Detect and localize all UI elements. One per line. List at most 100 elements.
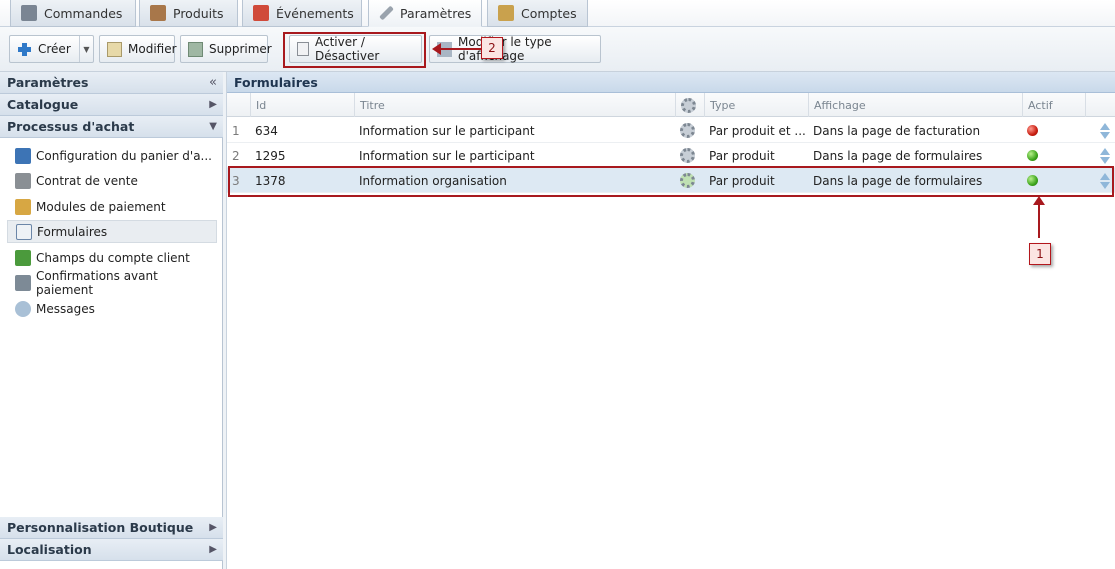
cell-display: Dans la page de formulaires: [813, 148, 983, 163]
message-icon: [15, 300, 31, 317]
confirmation-icon: [15, 274, 31, 291]
header-active[interactable]: Actif: [1022, 93, 1085, 117]
settings-sidebar: Paramètres « Catalogue ▶ Processus d'ach…: [0, 72, 223, 569]
cell-order[interactable]: [1085, 143, 1115, 168]
sidebar-item-contrat-vente[interactable]: Contrat de vente: [7, 169, 217, 192]
reorder-icon: [1100, 147, 1110, 164]
annotation-arrow-head: [432, 43, 441, 55]
cell-type: Par produit et ...: [709, 123, 806, 138]
header-id[interactable]: Id: [250, 93, 354, 117]
chevron-right-icon: ▶: [209, 99, 217, 110]
highlight-selected-row: [228, 166, 1114, 197]
header-type[interactable]: Type: [704, 93, 808, 117]
sidebar-title-text: Paramètres: [7, 75, 89, 90]
sidebar-item-messages[interactable]: Messages: [7, 297, 217, 320]
toolbar: Créer ▼ Modifier Supprimer Activer / Dés…: [0, 27, 1115, 72]
cart-config-icon: [15, 147, 31, 164]
header-gear[interactable]: [675, 93, 704, 117]
contract-icon: [15, 172, 31, 189]
cell-active[interactable]: [1022, 118, 1085, 143]
sidebar-item-label: Formulaires: [37, 224, 108, 239]
cell-gear[interactable]: [675, 143, 704, 168]
cell-title: Information sur le participant: [359, 148, 535, 163]
sidebar-item-configuration-panier[interactable]: Configuration du panier d'a...: [7, 144, 217, 167]
sidebar-item-label: Messages: [36, 301, 95, 316]
payment-icon: [15, 198, 31, 215]
sidebar-item-label: Champs du compte client: [36, 250, 190, 265]
tab-produits[interactable]: Produits: [139, 0, 238, 27]
products-icon: [150, 5, 166, 21]
orders-icon: [21, 5, 37, 21]
tab-label: Comptes: [521, 5, 577, 21]
wrench-icon: [379, 5, 394, 21]
grid-header: Id Titre Type Affichage Actif: [227, 93, 1115, 117]
header-title[interactable]: Titre: [354, 93, 675, 117]
table-row[interactable]: 2 1295 Information sur le participant Pa…: [227, 143, 1115, 168]
tab-evenements[interactable]: Événements: [242, 0, 362, 27]
header-order: [1085, 93, 1115, 117]
accounts-icon: [498, 5, 514, 21]
sidebar-item-label: Contrat de vente: [36, 173, 138, 188]
trash-icon: [188, 41, 203, 57]
cell-display: Dans la page de facturation: [813, 123, 981, 138]
section-label: Localisation: [7, 542, 92, 557]
sidebar-item-label: Modules de paiement: [36, 199, 166, 214]
section-label: Personnalisation Boutique: [7, 520, 194, 535]
chevron-down-icon: ▼: [209, 121, 217, 132]
tab-parametres[interactable]: Paramètres: [368, 0, 482, 27]
inactive-status-icon: [1027, 125, 1038, 136]
annotation-marker-1: 1: [1029, 243, 1051, 265]
events-icon: [253, 5, 269, 21]
create-label: Créer: [38, 42, 71, 56]
section-personnalisation-boutique[interactable]: Personnalisation Boutique ▶: [0, 517, 223, 539]
cell-id: 1295: [255, 148, 286, 163]
main-tab-bar: Commandes Produits Événements Paramètres…: [0, 0, 1115, 27]
cell-type: Par produit: [709, 148, 775, 163]
highlight-toggle-button: [283, 32, 426, 68]
annotation-arrow-up: [1038, 203, 1040, 238]
section-processus-achat[interactable]: Processus d'achat ▼: [0, 116, 223, 138]
section-label: Catalogue: [7, 97, 79, 112]
section-label: Processus d'achat: [7, 119, 135, 134]
section-catalogue[interactable]: Catalogue ▶: [0, 94, 223, 116]
sidebar-item-modules-paiement[interactable]: Modules de paiement: [7, 195, 217, 218]
chevron-down-icon[interactable]: ▼: [79, 36, 93, 62]
sidebar-item-champs-compte[interactable]: Champs du compte client: [7, 246, 217, 269]
row-number: 1: [232, 123, 240, 138]
annotation-arrow-left: [441, 48, 481, 50]
tab-comptes[interactable]: Comptes: [487, 0, 588, 27]
section-localisation[interactable]: Localisation ▶: [0, 539, 223, 561]
reorder-icon: [1100, 122, 1110, 139]
tab-label: Paramètres: [400, 5, 472, 21]
tab-commandes[interactable]: Commandes: [10, 0, 136, 27]
sidebar-item-label: Configuration du panier d'a...: [36, 148, 212, 163]
chevron-right-icon: ▶: [209, 544, 217, 555]
tab-label: Commandes: [44, 5, 123, 21]
account-fields-icon: [15, 249, 31, 266]
edit-label: Modifier: [128, 42, 177, 56]
gear-icon: [680, 148, 695, 163]
cell-active[interactable]: [1022, 143, 1085, 168]
edit-button[interactable]: Modifier: [99, 35, 177, 63]
form-icon: [16, 223, 32, 240]
cell-gear[interactable]: [675, 118, 704, 143]
collapse-icon[interactable]: «: [209, 75, 217, 90]
cell-id: 634: [255, 123, 278, 138]
edit-icon: [107, 41, 122, 57]
header-display[interactable]: Affichage: [808, 93, 1022, 117]
gear-icon: [680, 123, 695, 138]
tab-label: Événements: [276, 5, 354, 21]
cell-order[interactable]: [1085, 118, 1115, 143]
create-button[interactable]: Créer ▼: [9, 35, 94, 63]
sidebar-item-confirmations[interactable]: Confirmations avant paiement: [7, 268, 217, 297]
sidebar-title: Paramètres «: [0, 72, 223, 94]
delete-button[interactable]: Supprimer: [180, 35, 272, 63]
sidebar-item-formulaires[interactable]: Formulaires: [7, 220, 217, 243]
table-row[interactable]: 1 634 Information sur le participant Par…: [227, 118, 1115, 143]
tab-label: Produits: [173, 5, 224, 21]
row-number: 2: [232, 148, 240, 163]
sidebar-item-label: Confirmations avant paiement: [36, 268, 158, 297]
header-rownum: [227, 93, 250, 117]
chevron-right-icon: ▶: [209, 522, 217, 533]
cell-title: Information sur le participant: [359, 123, 535, 138]
